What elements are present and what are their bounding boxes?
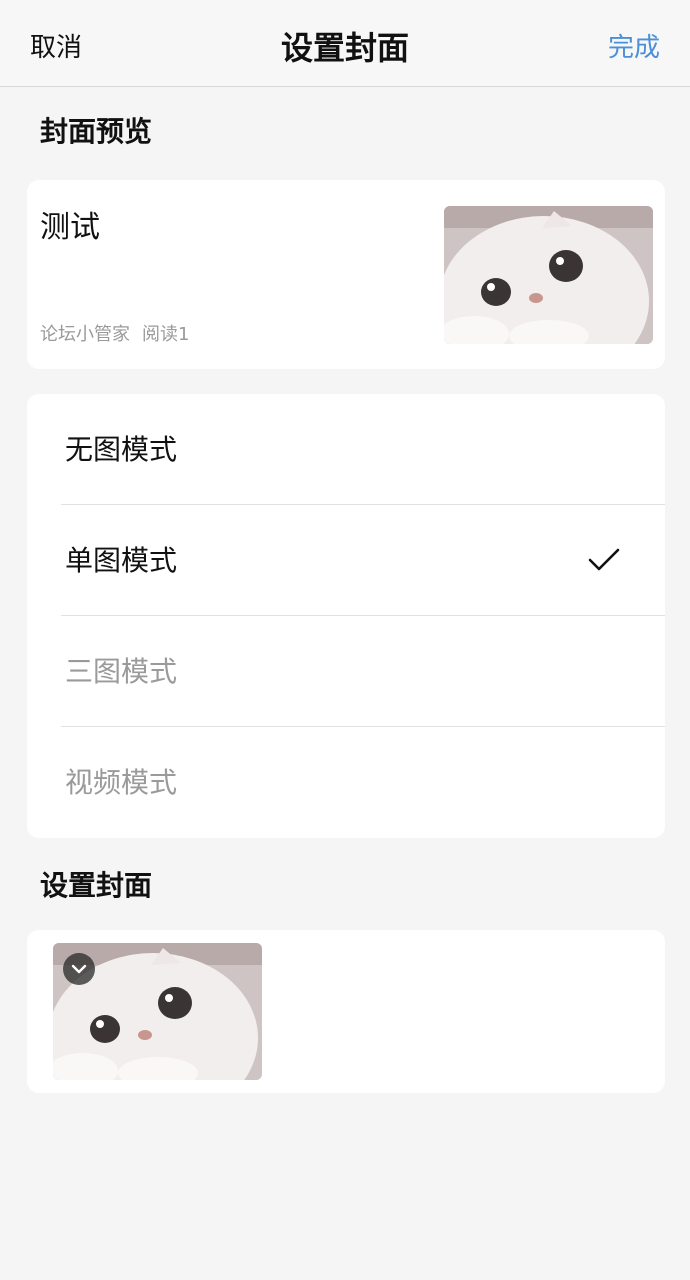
mode-label: 单图模式 [65,544,178,577]
post-author: 论坛小管家 [40,324,130,345]
preview-card: 测试 论坛小管家 阅读1 [27,180,665,369]
selected-badge [63,953,95,985]
mode-option-no-image[interactable]: 无图模式 [27,394,665,505]
done-button[interactable]: 完成 [608,30,660,66]
mode-label: 三图模式 [65,655,178,688]
nav-bar: 取消 设置封面 完成 [0,0,690,87]
mode-list: 无图模式 单图模式 三图模式 视频模式 [27,394,665,838]
cat-photo-icon [444,206,653,344]
preview-thumbnail [444,206,653,344]
mode-option-video[interactable]: 视频模式 [27,727,665,838]
mode-label: 视频模式 [65,766,178,799]
mode-option-single-image[interactable]: 单图模式 [27,505,665,616]
checkmark-icon [588,548,620,571]
cover-image-option[interactable] [53,943,262,1080]
post-meta: 论坛小管家 阅读1 [40,322,201,348]
preview-section-title: 封面预览 [40,115,153,148]
chevron-down-icon [71,964,87,974]
mode-option-three-image[interactable]: 三图模式 [27,616,665,727]
cover-section-title: 设置封面 [40,869,153,902]
page-title: 设置封面 [280,29,409,67]
mode-label: 无图模式 [65,433,178,466]
post-reads: 阅读1 [142,324,190,345]
post-title: 测试 [40,210,100,245]
cover-card [27,930,665,1093]
